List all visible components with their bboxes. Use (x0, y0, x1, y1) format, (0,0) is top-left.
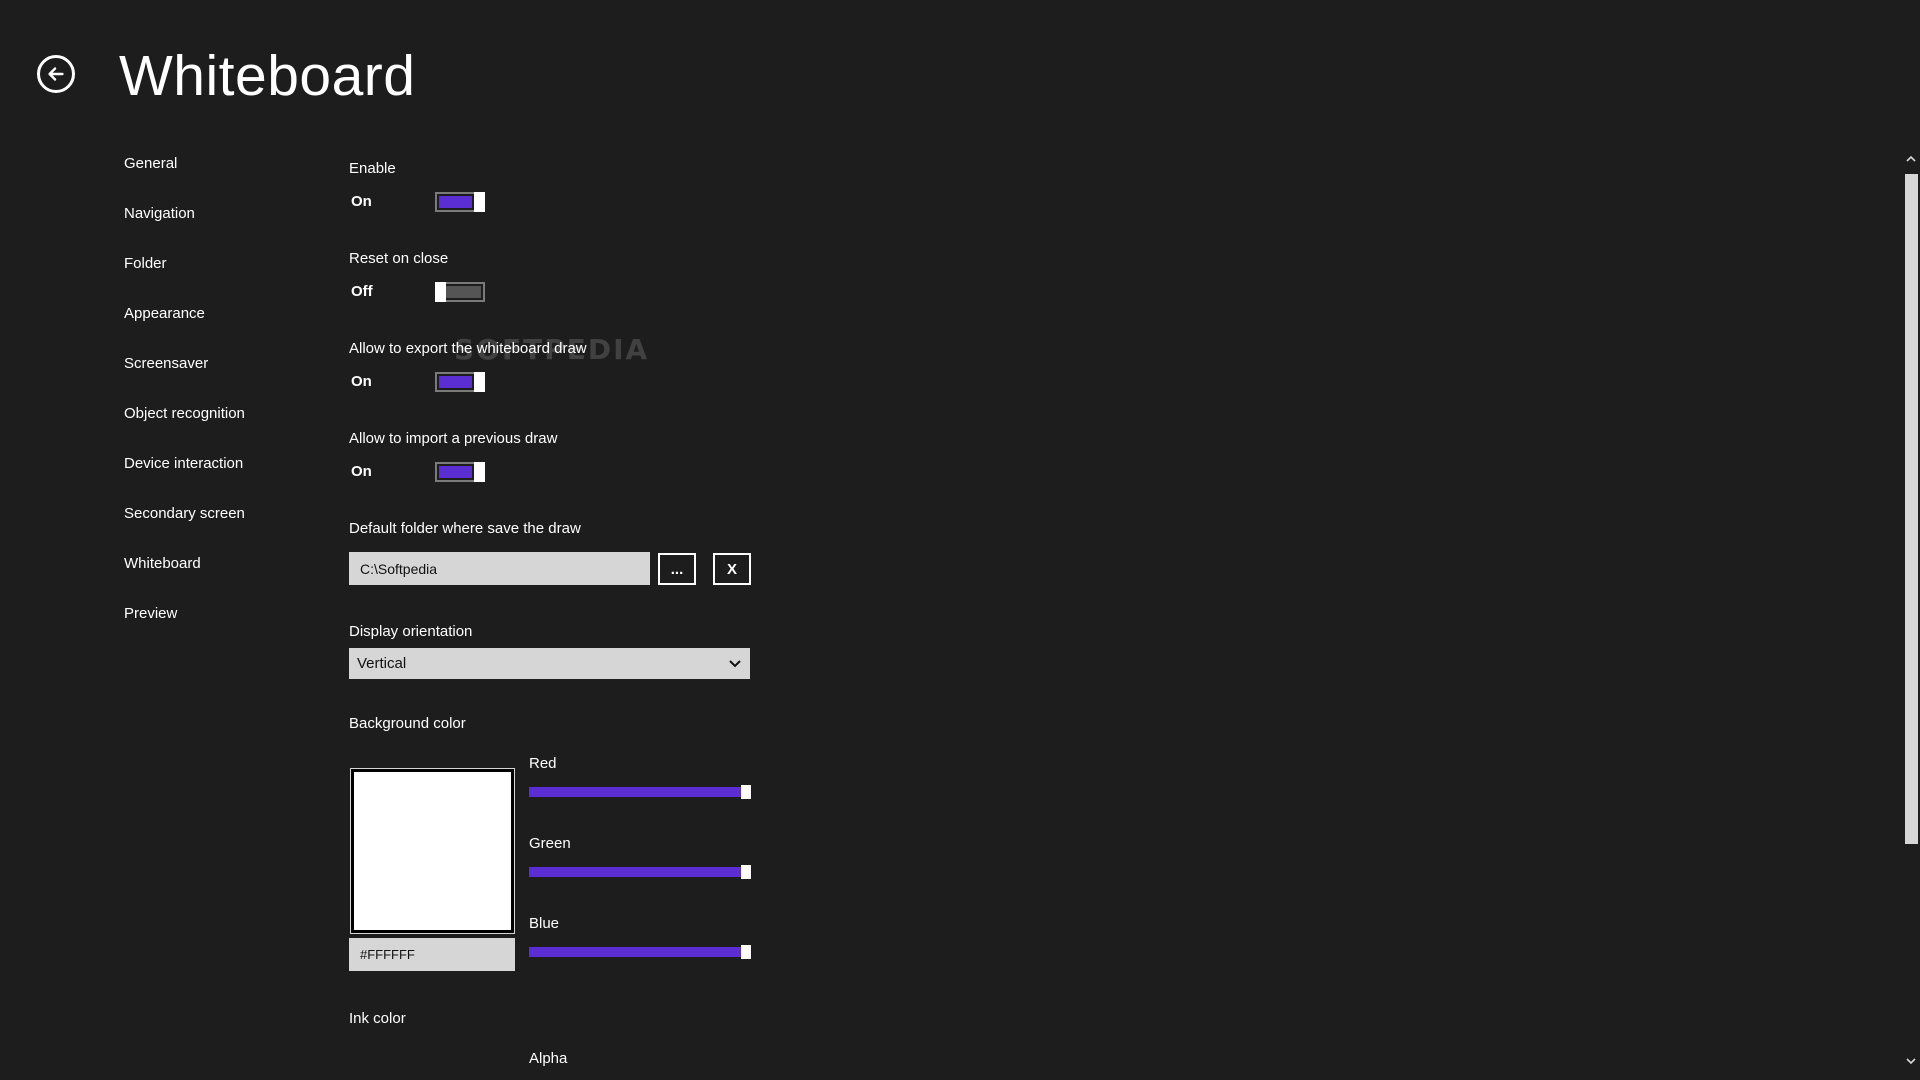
sidebar-item-secondary-screen[interactable]: Secondary screen (124, 502, 324, 552)
sidebar-item-general[interactable]: General (124, 152, 324, 202)
blue-slider[interactable] (529, 942, 751, 962)
default-folder-input[interactable] (349, 552, 650, 585)
display-orientation-select[interactable]: Vertical (349, 648, 750, 679)
allow-export-toggle[interactable] (435, 372, 485, 392)
toggle-fill (439, 196, 472, 208)
slider-fill (529, 867, 746, 877)
allow-export-label: Allow to export the whiteboard draw (349, 340, 587, 357)
enable-toggle[interactable] (435, 192, 485, 212)
sidebar-item-navigation[interactable]: Navigation (124, 202, 324, 252)
settings-page: Whiteboard General Navigation Folder App… (0, 0, 1920, 1080)
toggle-thumb (474, 192, 485, 212)
scroll-down-button[interactable] (1902, 1052, 1920, 1070)
green-label: Green (529, 835, 571, 852)
alpha-label: Alpha (529, 1050, 568, 1067)
display-orientation-label: Display orientation (349, 623, 473, 640)
enable-state: On (351, 193, 372, 210)
green-slider[interactable] (529, 862, 751, 882)
chevron-down-icon (1906, 1058, 1916, 1065)
chevron-up-icon (1906, 155, 1916, 162)
sidebar-item-object-recognition[interactable]: Object recognition (124, 402, 324, 452)
allow-import-toggle[interactable] (435, 462, 485, 482)
display-orientation-value: Vertical (357, 655, 407, 672)
allow-export-state: On (351, 373, 372, 390)
background-color-hex-input[interactable] (349, 938, 515, 971)
red-slider[interactable] (529, 782, 751, 802)
toggle-thumb (474, 462, 485, 482)
scroll-thumb[interactable] (1905, 174, 1918, 844)
allow-import-label: Allow to import a previous draw (349, 430, 558, 447)
toggle-fill (439, 466, 472, 478)
chevron-down-icon (729, 659, 741, 667)
toggle-thumb (435, 282, 446, 302)
sidebar-item-device-interaction[interactable]: Device interaction (124, 452, 324, 502)
sidebar-item-appearance[interactable]: Appearance (124, 302, 324, 352)
blue-label: Blue (529, 915, 560, 932)
toggle-thumb (474, 372, 485, 392)
back-arrow-icon (48, 67, 64, 81)
sidebar-item-folder[interactable]: Folder (124, 252, 324, 302)
allow-import-state: On (351, 463, 372, 480)
slider-fill (529, 787, 746, 797)
sidebar-item-preview[interactable]: Preview (124, 602, 324, 652)
background-color-label: Background color (349, 715, 466, 732)
toggle-fill (439, 376, 472, 388)
reset-on-close-toggle[interactable] (435, 282, 485, 302)
background-color-swatch (350, 768, 515, 934)
reset-on-close-state: Off (351, 283, 373, 300)
slider-thumb[interactable] (741, 785, 751, 799)
enable-label: Enable (349, 160, 396, 177)
sidebar-item-whiteboard[interactable]: Whiteboard (124, 552, 324, 602)
clear-folder-button[interactable]: X (713, 553, 751, 585)
back-button[interactable] (37, 55, 75, 93)
slider-fill (529, 947, 746, 957)
default-folder-label: Default folder where save the draw (349, 520, 581, 537)
reset-on-close-label: Reset on close (349, 250, 449, 267)
settings-content: Enable On Reset on close Off Allow to ex… (349, 0, 809, 1080)
sidebar-item-screensaver[interactable]: Screensaver (124, 352, 324, 402)
red-label: Red (529, 755, 557, 772)
browse-folder-button[interactable]: ... (658, 553, 696, 585)
vertical-scrollbar[interactable] (1902, 140, 1920, 1080)
slider-thumb[interactable] (741, 865, 751, 879)
settings-sidebar: General Navigation Folder Appearance Scr… (124, 152, 324, 652)
slider-thumb[interactable] (741, 945, 751, 959)
ink-color-label: Ink color (349, 1010, 406, 1027)
scroll-up-button[interactable] (1902, 150, 1920, 168)
